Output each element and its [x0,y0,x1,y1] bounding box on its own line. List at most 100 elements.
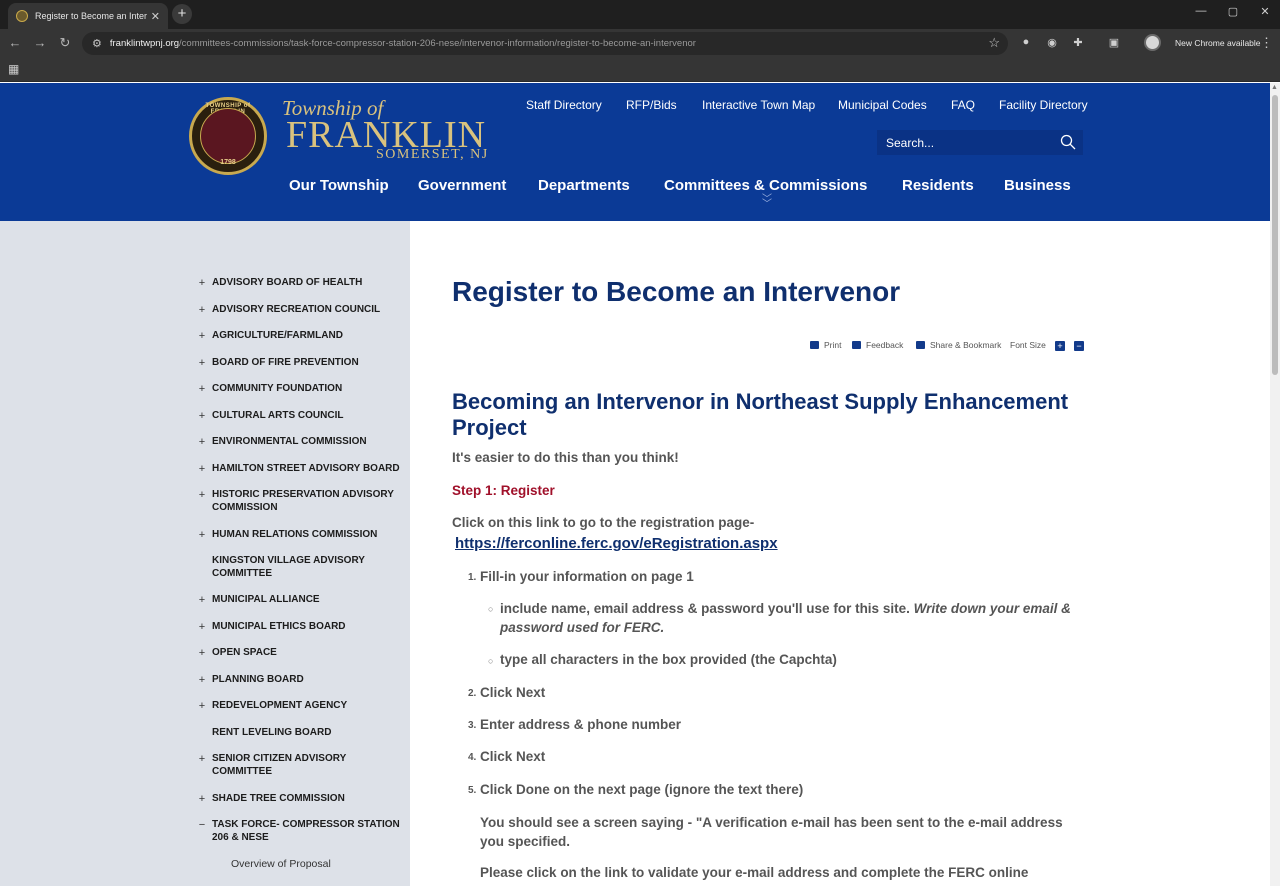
sidebar-item-label[interactable]: COMMUNITY FOUNDATION [212,383,406,396]
sidebar-item-label[interactable]: PLANNING BOARD [212,674,406,687]
new-tab-button[interactable]: + [172,4,192,24]
minimize-icon[interactable]: — [1191,5,1211,17]
browser-menu-icon[interactable]: ⋮ [1260,35,1273,51]
search-icon[interactable] [1060,134,1076,150]
expand-plus-icon[interactable]: + [196,793,208,805]
bookmarks-bar: ▦ [0,58,1280,82]
expand-plus-icon[interactable]: + [196,529,208,541]
step-item: Click Next [480,749,546,764]
step-number: 4. [468,752,477,763]
profile-avatar[interactable] [1144,34,1161,51]
nav-our-township[interactable]: Our Township [289,177,389,194]
util-link-staff-directory[interactable]: Staff Directory [526,98,602,112]
expand-plus-icon[interactable]: + [196,304,208,316]
sidebar-item-label[interactable]: ADVISORY BOARD OF HEALTH [212,277,406,290]
expand-plus-icon[interactable]: + [196,674,208,686]
nav-departments[interactable]: Departments [538,177,630,194]
forward-arrow-icon[interactable]: → [31,35,49,50]
tab-title: Register to Become an Intervenor [35,11,147,21]
sidebar-item-label[interactable]: KINGSTON VILLAGE ADVISORY COMMITTEE [212,555,406,580]
expand-plus-icon[interactable]: + [196,594,208,606]
sidebar-item-label[interactable]: SENIOR CITIZEN ADVISORY COMMITTEE [212,753,406,778]
site-info-icon[interactable]: ⚙ [92,37,102,50]
step-number: 2. [468,688,477,699]
sidebar-item-label[interactable]: MUNICIPAL ETHICS BOARD [212,621,406,634]
expand-plus-icon[interactable]: + [196,489,208,501]
step-number: 1. [468,572,477,583]
extension-s-icon[interactable]: ◉ [1044,36,1060,49]
logo-somerset-text: SOMERSET, NJ [376,147,489,162]
reload-icon[interactable]: ↻ [56,35,74,51]
township-seal-logo[interactable]: TOWNSHIP of FRANKLIN 1798 [189,97,267,175]
sidebar-item-label[interactable]: CULTURAL ARTS COUNCIL [212,410,406,423]
registration-link[interactable]: https://ferconline.ferc.gov/eRegistratio… [455,535,778,552]
step1-heading: Step 1: Register [452,483,555,498]
nav-committees-commissions[interactable]: Committees & Commissions [664,177,867,194]
nav-residents[interactable]: Residents [902,177,974,194]
util-link-rfp-bids[interactable]: RFP/Bids [626,98,677,112]
nav-government[interactable]: Government [418,177,506,194]
sidebar-item-label[interactable]: HUMAN RELATIONS COMMISSION [212,529,406,542]
nav-business[interactable]: Business [1004,177,1071,194]
font-increase-button[interactable]: + [1055,341,1065,351]
print-link[interactable]: Print [824,340,841,350]
collapse-minus-icon[interactable]: − [196,819,208,831]
page-scrollbar[interactable]: ▲ [1270,83,1280,886]
expand-plus-icon[interactable]: + [196,753,208,765]
scroll-up-icon[interactable]: ▲ [1271,84,1278,91]
sidebar-item-label[interactable]: ENVIRONMENTAL COMMISSION [212,436,406,449]
search-input[interactable] [886,135,1056,150]
expand-plus-icon[interactable]: + [196,330,208,342]
sidebar-item-label[interactable]: REDEVELOPMENT AGENCY [212,700,406,713]
sidebar-item-label[interactable]: MUNICIPAL ALLIANCE [212,594,406,607]
sidebar-item-label[interactable]: HAMILTON STREET ADVISORY BOARD [212,463,406,476]
back-arrow-icon[interactable]: ← [6,35,24,50]
apps-grid-icon[interactable]: ▦ [8,62,19,76]
sidebar-item-label[interactable]: RENT LEVELING BOARD [212,727,406,740]
extension-icon[interactable]: ● [1018,36,1034,48]
expand-plus-icon[interactable]: + [196,410,208,422]
sidebar-item-label[interactable]: TASK FORCE- COMPRESSOR STATION 206 & NES… [212,819,406,844]
sidebar-item-label[interactable]: BOARD OF FIRE PREVENTION [212,357,406,370]
print-icon[interactable] [810,341,819,349]
expand-plus-icon[interactable]: + [196,463,208,475]
sidebar-item-label[interactable]: ADVISORY RECREATION COUNCIL [212,304,406,317]
expand-plus-icon[interactable]: + [196,277,208,289]
expand-plus-icon[interactable]: + [196,383,208,395]
util-link-faq[interactable]: FAQ [951,98,975,112]
maximize-icon[interactable]: ▢ [1223,5,1243,18]
sidebar-item-label[interactable]: OPEN SPACE [212,647,406,660]
expand-plus-icon[interactable]: + [196,357,208,369]
tab-close-icon[interactable]: ✕ [151,10,160,23]
util-link-facility-directory[interactable]: Facility Directory [999,98,1088,112]
font-decrease-button[interactable]: − [1074,341,1084,351]
expand-plus-icon[interactable]: + [196,700,208,712]
share-bookmark-link[interactable]: Share & Bookmark [930,340,1001,350]
util-link-town-map[interactable]: Interactive Town Map [702,98,815,112]
sidebar-subitem-overview[interactable]: Overview of Proposal [231,858,331,870]
bookmark-star-icon[interactable]: ☆ [988,35,1000,51]
browser-tab[interactable]: Register to Become an Intervenor ✕ [8,3,168,29]
window-close-icon[interactable]: ✕ [1255,5,1275,18]
bullet-circle-icon: ○ [488,604,494,614]
expand-plus-icon[interactable]: + [196,647,208,659]
expand-plus-icon[interactable]: + [196,621,208,633]
sidebar-item-label[interactable]: HISTORIC PRESERVATION ADVISORY COMMISSIO… [212,489,406,514]
seal-figure [200,108,256,164]
extensions-puzzle-icon[interactable]: ✚ [1070,36,1086,49]
address-bar[interactable]: ⚙ franklintwpnj.org /committees-commissi… [82,32,1008,55]
sidebar-item-label[interactable]: AGRICULTURE/FARMLAND [212,330,406,343]
browser-tabstrip: Register to Become an Intervenor ✕ + — ▢… [0,0,1280,29]
scroll-thumb[interactable] [1272,95,1278,375]
share-icon[interactable] [916,341,925,349]
util-link-municipal-codes[interactable]: Municipal Codes [838,98,927,112]
feedback-link[interactable]: Feedback [866,340,903,350]
media-control-icon[interactable]: ▣ [1106,36,1122,49]
expand-plus-icon[interactable]: + [196,436,208,448]
sidebar [0,221,410,886]
feedback-icon[interactable] [852,341,861,349]
page-title: Register to Become an Intervenor [452,276,901,307]
new-chrome-available-button[interactable]: New Chrome available [1175,38,1261,48]
sidebar-item-label[interactable]: SHADE TREE COMMISSION [212,793,406,806]
sub-bullet-text: include name, email address & password y… [500,599,1080,637]
